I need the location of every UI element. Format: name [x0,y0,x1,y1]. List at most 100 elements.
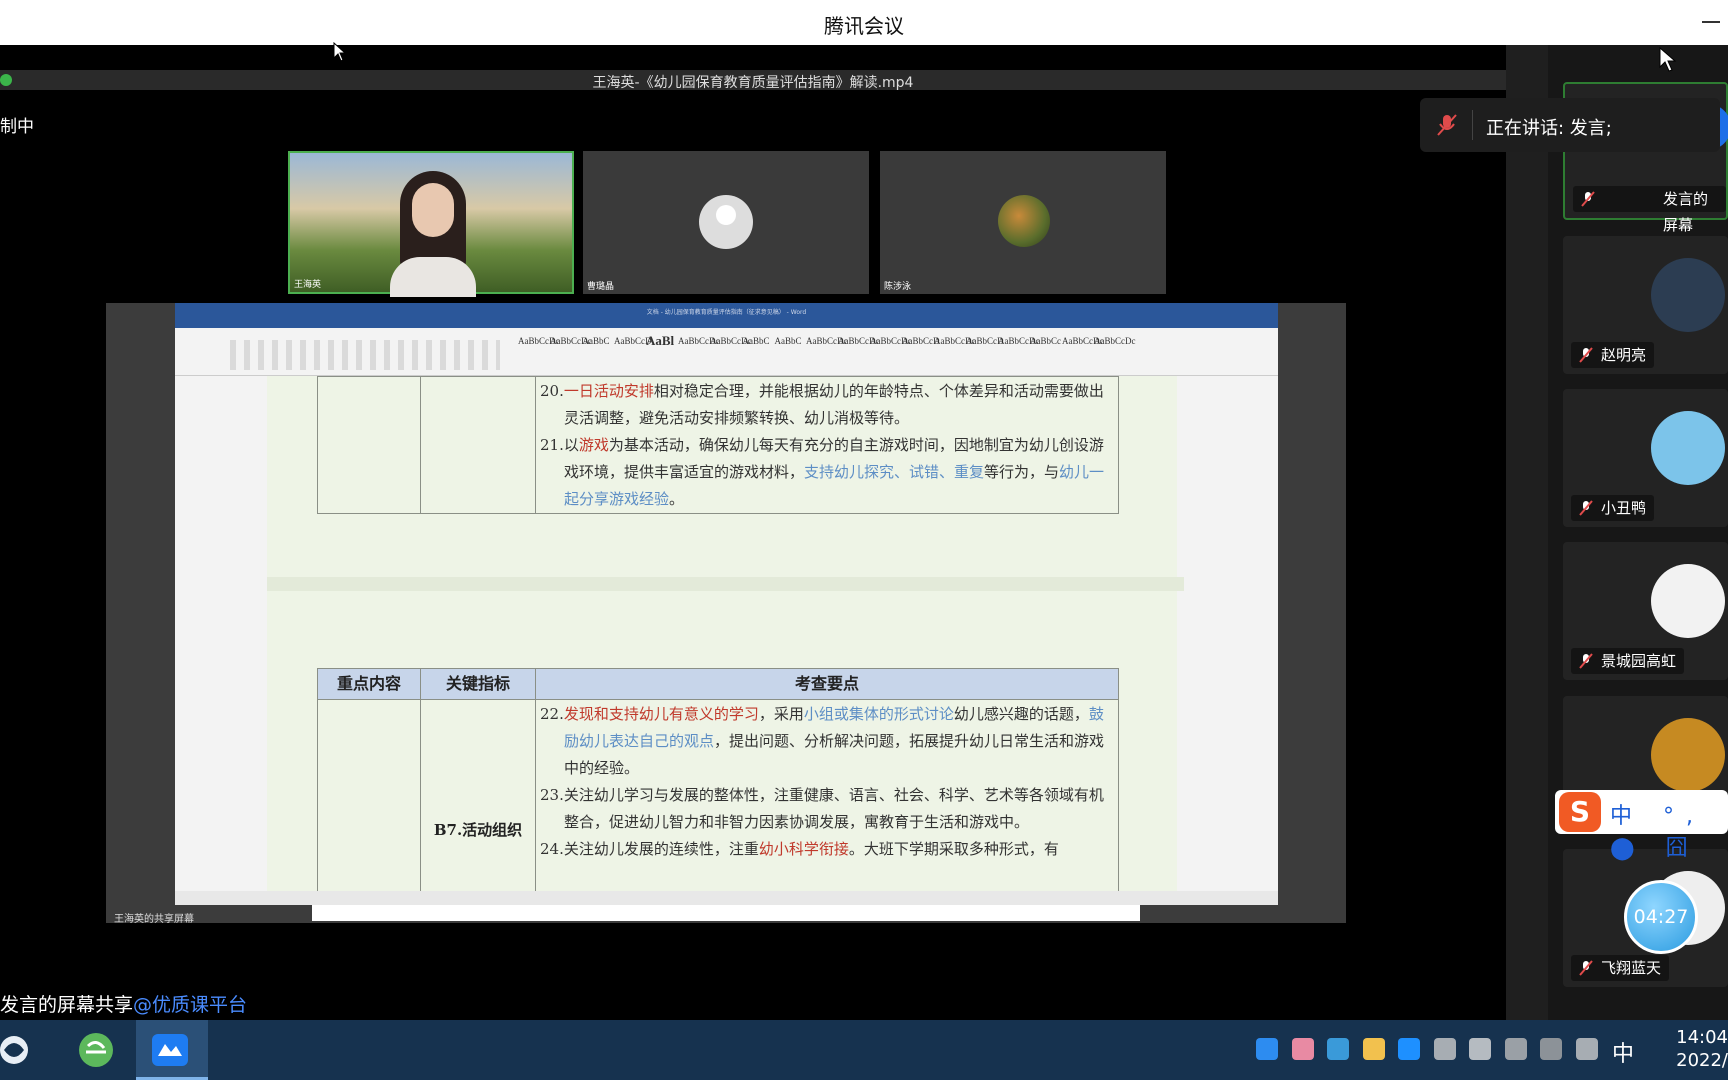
participant-video-2[interactable]: 曹璐晶 [583,151,869,294]
checklist-item: 23.关注幼儿学习与发展的整体性，注重健康、语言、社会、科学、艺术等各领域有机整… [540,782,1112,836]
style-preset[interactable]: AaBbCc [1030,332,1061,360]
participant-name: 飞翔蓝天 [1601,959,1662,977]
participant-name: 陈涉泳 [884,282,912,292]
word-window: 文档 - 幼儿园保育教育质量评估指南（征求意见稿） - Word AaBbCcD… [175,303,1278,905]
flower-tray-icon[interactable] [1291,1038,1314,1060]
indicator-cell: B7.活动组织 [420,699,536,891]
avatar [998,195,1050,247]
style-preset[interactable]: AaBbCcDc [806,332,848,360]
participant-card[interactable]: 赵明亮 [1563,236,1728,374]
avatar [1651,564,1725,638]
speaking-text: 正在讲话: 发言; [1486,118,1612,139]
mention-link[interactable]: @优质课平台 [133,994,247,1016]
participant-label: 飞翔蓝天 [1571,955,1670,981]
word-titlebar: 文档 - 幼儿园保育教育质量评估指南（征求意见稿） - Word [175,303,1278,328]
battery-icon[interactable] [1504,1038,1527,1060]
checklist-item: 21.以游戏为基本活动，确保幼儿每天有充分的自主游戏时间，因地制宜为幼儿创设游戏… [540,432,1112,513]
item-text: 幼儿感兴趣的话题， [953,705,1089,723]
word-title: 文档 - 幼儿园保育教育质量评估指南（征求意见稿） - Word [646,309,807,316]
style-preset[interactable]: AaBbCcD [966,332,1004,360]
ime-toolbar[interactable]: S 中 °, ⬤ 囧 [1555,790,1728,861]
meeting-timer[interactable]: 04:27 [1624,880,1698,954]
participant-card[interactable]: 景城园高虹 [1563,542,1728,680]
network-icon[interactable] [1540,1038,1562,1060]
indicator-table: 重点内容 关键指标 考查要点 B7.活动组织 22.发现和支持幼儿有意义的学习，… [317,668,1119,891]
item-text: 游戏 [578,436,609,454]
style-preset[interactable]: AaBbCcDc [934,332,976,360]
word-ribbon: AaBbCcDc AaBbCcDc AaBbC AaBbCcD AaBl AaBbCcDc… [175,328,1278,376]
share-caption-text: 发言的屏幕共享 [0,994,134,1016]
checklist-item: 22.发现和支持幼儿有意义的学习，采用小组或集体的形式讨论幼儿感兴趣的话题，鼓励… [540,701,1112,782]
style-preset[interactable]: AaBl [646,332,674,360]
style-preset[interactable]: AaBbCcDc [710,332,752,360]
style-preset[interactable]: AaBbC [582,332,610,360]
item-text: ，采用 [758,705,804,723]
participant-name: 小丑鸭 [1601,499,1647,517]
participant-label: 景城园高虹 [1571,648,1685,674]
style-preset[interactable]: AaBbCcDc [998,332,1040,360]
style-preset[interactable]: AaBbCcDc [838,332,880,360]
style-preset[interactable]: AaBbCcDc [678,332,720,360]
page-break [267,577,1184,591]
avatar [1651,258,1725,332]
mic-muted-icon [1437,114,1457,136]
ime-items[interactable]: 中 °, ⬤ 囧 [1610,798,1728,862]
item-number: 22. [540,705,564,723]
start-menu-icon[interactable] [0,1032,34,1068]
video-title[interactable]: 王海英-《幼儿园保育教育质量评估指南》解读.mp4 [0,72,1506,92]
security-tray-icon[interactable] [1362,1038,1385,1060]
style-preset[interactable]: AaBbCcD [614,332,652,360]
participant-label: 发言的屏幕 [1573,186,1726,234]
app-tray-icon[interactable] [1327,1038,1349,1060]
participant-video-3[interactable]: 陈涉泳 [880,151,1166,294]
ribbon-tools [230,340,500,370]
style-preset[interactable]: AaBbCcD [902,332,940,360]
default-avatar-icon [699,195,753,249]
header-points: 考查要点 [535,668,1119,700]
panel-scrollbar[interactable] [1506,45,1548,1020]
style-preset[interactable]: AaBbC [774,332,802,360]
meeting-tray-icon[interactable] [1256,1038,1278,1060]
volume-icon[interactable] [1575,1038,1598,1060]
mic-muted-icon [1579,500,1593,516]
item-text: 支持幼儿探究、试错、重复 [804,463,985,481]
participant-card[interactable]: 小丑鸭 [1563,389,1728,527]
speaking-indicator: 正在讲话: 发言; [1420,98,1720,152]
browser-icon[interactable] [78,1032,114,1068]
mic-muted-icon [1579,960,1593,976]
style-preset[interactable]: AaBbCcDc [1062,332,1104,360]
style-preset[interactable]: AaBbCcDc [870,332,912,360]
clock-time: 14:04 [1676,1027,1728,1048]
ime-mode[interactable]: 中 [1612,1036,1634,1068]
style-preset[interactable]: AaBbCcDc [518,332,560,360]
item-text: 关注幼儿发展的连续性，注重 [563,840,759,858]
item-number: 21. [540,436,564,454]
participant-video-1[interactable]: 王海英 [288,151,574,297]
system-clock[interactable]: 14:04 2022/ [1676,1026,1728,1072]
style-preset[interactable]: AaBbC [742,332,770,360]
window-titlebar: 腾讯会议 [0,0,1728,45]
participant-label: 小丑鸭 [1571,495,1655,521]
mouse-cursor-icon [1659,47,1677,72]
item-text: 幼小科学衔接 [758,840,849,858]
avatar [1651,411,1725,485]
checklist-item: 24.关注幼儿发展的连续性，注重幼小科学衔接。大班下学期采取多种形式，有 [540,836,1112,863]
phone-icon[interactable] [1469,1038,1491,1060]
participant-name: 王海英 [294,280,322,290]
sogou-logo-icon: S [1559,792,1601,832]
item-text: 一日活动安排 [563,382,654,400]
style-preset[interactable]: AaBbCcDc [550,332,592,360]
mic-muted-icon [1579,653,1593,669]
minimize-button[interactable] [1698,8,1724,34]
mic-muted-icon [1581,191,1595,207]
item-text: 。大班下学期采取多种形式，有 [848,840,1059,858]
usb-icon[interactable] [1433,1038,1456,1060]
participant-name: 曹璐晶 [587,282,615,292]
tencent-meeting-icon[interactable] [152,1034,188,1066]
item-text: 小组或集体的形式讨论 [803,705,954,723]
clock-date: 2022/ [1676,1050,1728,1071]
header-indicator: 关键指标 [420,668,536,700]
bluetooth-icon[interactable] [1398,1038,1420,1060]
style-preset[interactable]: AaBbCcDc [1094,332,1136,360]
item-text: 。 [669,490,685,508]
